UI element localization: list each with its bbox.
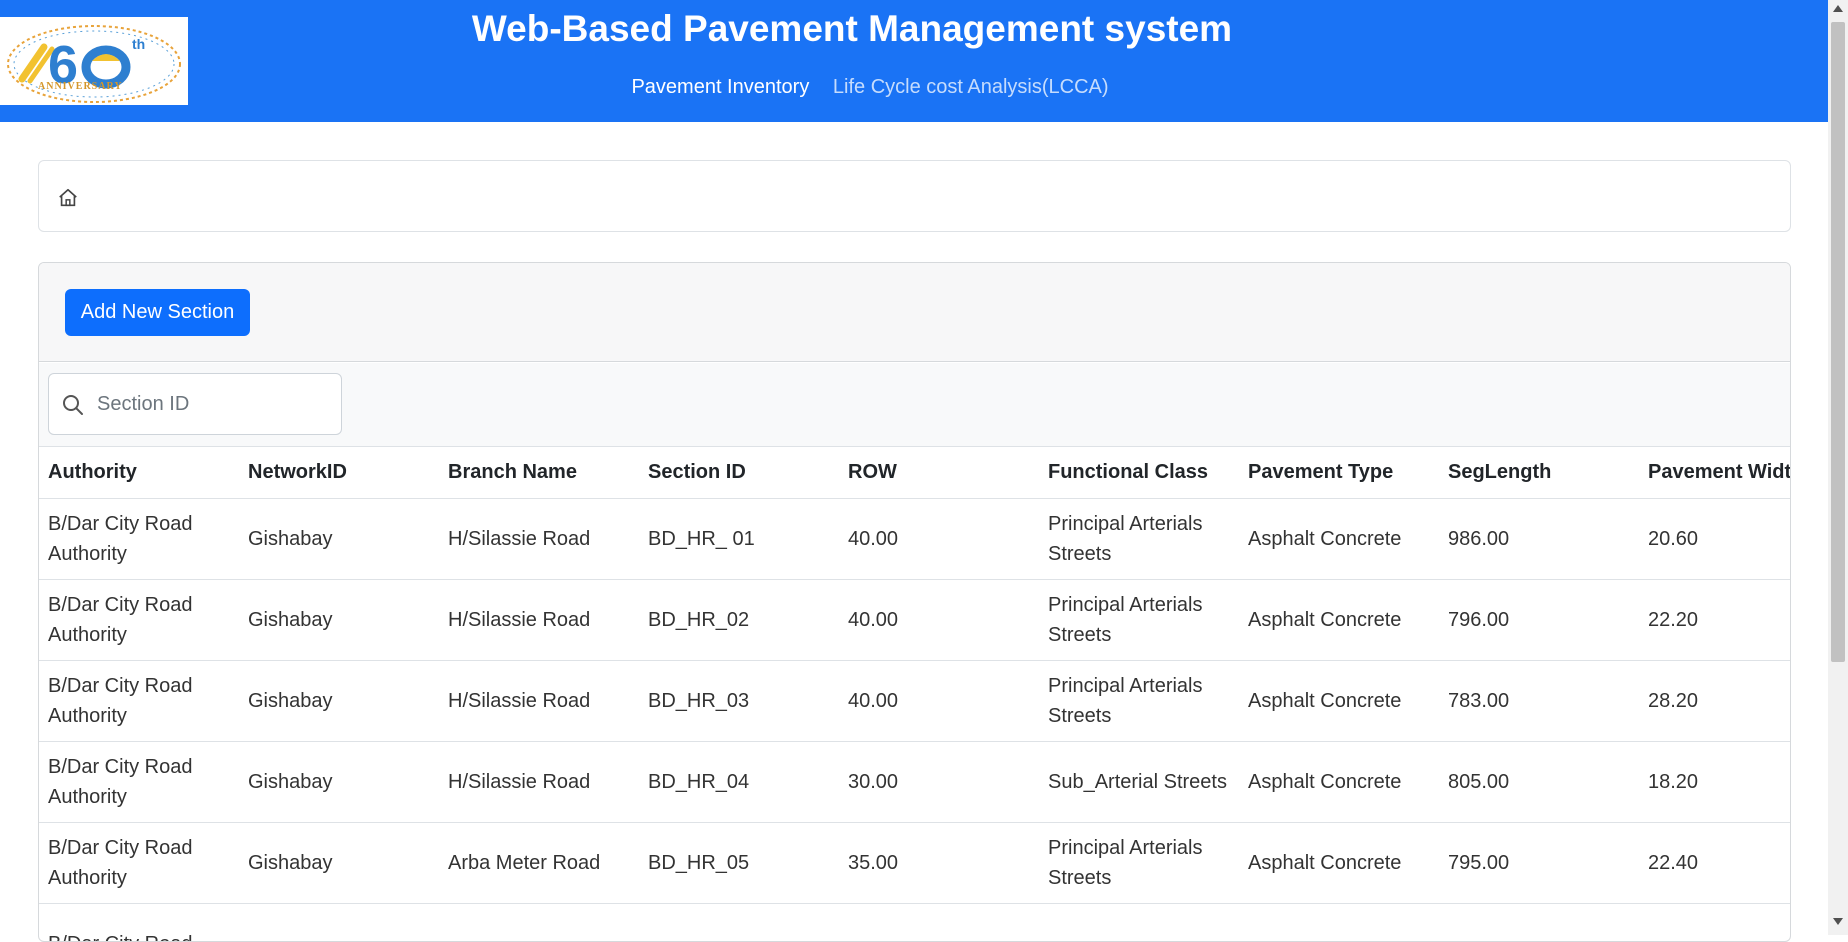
table-cell: 18.20 (1639, 741, 1790, 823)
search-area (39, 363, 1790, 447)
table-cell: 28.20 (1639, 660, 1790, 742)
sections-card: Add New Section AuthorityNetworkIDBranch… (38, 262, 1791, 942)
table-cell (1639, 903, 1790, 941)
table-cell (439, 903, 639, 941)
table-cell: BD_HR_04 (639, 741, 839, 823)
column-header[interactable]: Authority (39, 447, 239, 499)
table-cell: BD_HR_05 (639, 822, 839, 904)
column-header[interactable]: SegLength (1439, 447, 1639, 499)
table-row[interactable]: B/Dar City Road Authority Gishabay H/Silas… (39, 498, 1790, 580)
scroll-up-arrow-icon[interactable] (1833, 5, 1843, 12)
sections-table: Authority NetworkID Branch Name Section ID R… (39, 447, 1790, 941)
nav-lcca[interactable]: Life Cycle cost Analysis(LCCA) (833, 76, 1109, 98)
table-cell (1039, 903, 1239, 941)
table-header-row: Authority NetworkID Branch Name Section ID R… (39, 447, 1790, 499)
table-cell: H/Silassie Road (439, 579, 639, 661)
table-cell: Principal Arterials Streets (1039, 660, 1239, 742)
table-cell: H/Silassie Road (439, 660, 639, 742)
table-row[interactable]: B/Dar City Road Authority Gishabay H/Silas… (39, 660, 1790, 742)
table-cell: BD_HR_02 (639, 579, 839, 661)
table-cell: 22.40 (1639, 822, 1790, 904)
table-cell: Principal Arterials Streets (1039, 579, 1239, 661)
table-cell: Gishabay (239, 660, 439, 742)
table-cell: 22.20 (1639, 579, 1790, 661)
table-cell: 35.00 (839, 822, 1039, 904)
nav-pavement-inventory[interactable]: Pavement Inventory (631, 76, 809, 98)
table-cell: 795.00 (1439, 822, 1639, 904)
table-cell: 40.00 (839, 498, 1039, 580)
table-cell: 986.00 (1439, 498, 1639, 580)
table-cell: 40.00 (839, 579, 1039, 661)
column-header[interactable]: ROW (839, 447, 1039, 499)
table-cell: H/Silassie Road (439, 741, 639, 823)
table-cell: B/Dar City Road (39, 903, 239, 941)
table-cell: Asphalt Concrete (1239, 741, 1439, 823)
column-header[interactable]: Pavement Type (1239, 447, 1439, 499)
scroll-thumb[interactable] (1831, 22, 1845, 662)
table-row[interactable]: B/Dar City Road Authority Gishabay H/Silas… (39, 741, 1790, 823)
table-cell: B/Dar City Road Authority (39, 498, 239, 580)
search-icon (63, 395, 83, 415)
column-header[interactable]: Pavement Width (1639, 447, 1790, 499)
table-cell: Gishabay (239, 498, 439, 580)
site-title: Web-Based Pavement Management system (471, 8, 1233, 49)
table-cell (1239, 903, 1439, 941)
table-cell: Principal Arterials Streets (1039, 822, 1239, 904)
table-cell: Sub_Arterial Streets (1039, 741, 1239, 823)
table-cell (839, 903, 1039, 941)
table-cell: 796.00 (1439, 579, 1639, 661)
table-cell: BD_HR_03 (639, 660, 839, 742)
table-cell: 783.00 (1439, 660, 1639, 742)
column-header[interactable]: NetworkID (239, 447, 439, 499)
column-header[interactable]: Branch Name (439, 447, 639, 499)
column-header[interactable]: Functional Class (1039, 447, 1239, 499)
table-cell: B/Dar City Road Authority (39, 579, 239, 661)
table-cell: Gishabay (239, 579, 439, 661)
card-header: Add New Section (39, 263, 1790, 362)
table-cell: 40.00 (839, 660, 1039, 742)
table-cell (1439, 903, 1639, 941)
table-row[interactable]: B/Dar City Road (39, 903, 1790, 941)
table-cell: Arba Meter Road (439, 822, 639, 904)
add-new-section-button[interactable]: Add New Section (65, 289, 250, 336)
table-cell: 805.00 (1439, 741, 1639, 823)
table-cell: Gishabay (239, 822, 439, 904)
app-header: 6 th ANNIVERSARY Web-Based Pavement Mana… (0, 0, 1828, 122)
table-cell: B/Dar City Road Authority (39, 660, 239, 742)
table-cell: B/Dar City Road Authority (39, 741, 239, 823)
table-cell: Asphalt Concrete (1239, 498, 1439, 580)
column-header[interactable]: Section ID (639, 447, 839, 499)
table-cell: Asphalt Concrete (1239, 660, 1439, 742)
search-box[interactable] (48, 373, 342, 435)
table-cell: Asphalt Concrete (1239, 579, 1439, 661)
main-nav: Pavement Inventory Life Cycle cost Analy… (0, 76, 1740, 99)
table-cell: B/Dar City Road Authority (39, 822, 239, 904)
table-cell (639, 903, 839, 941)
home-icon[interactable] (57, 187, 79, 209)
table-cell: Asphalt Concrete (1239, 822, 1439, 904)
table-row[interactable]: B/Dar City Road Authority Gishabay H/Silas… (39, 579, 1790, 661)
scroll-down-arrow-icon[interactable] (1833, 918, 1843, 925)
table-cell (239, 903, 439, 941)
table-cell: BD_HR_ 01 (639, 498, 839, 580)
table-row[interactable]: B/Dar City Road Authority Gishabay Arba Me… (39, 822, 1790, 904)
table-body: B/Dar City Road Authority Gishabay H/Silas… (39, 498, 1790, 941)
table-cell: Principal Arterials Streets (1039, 498, 1239, 580)
vertical-scrollbar[interactable] (1828, 0, 1848, 935)
table-cell: H/Silassie Road (439, 498, 639, 580)
breadcrumb (38, 160, 1791, 232)
section-id-search-input[interactable] (97, 384, 327, 424)
table-cell: Gishabay (239, 741, 439, 823)
table-cell: 20.60 (1639, 498, 1790, 580)
table-cell: 30.00 (839, 741, 1039, 823)
